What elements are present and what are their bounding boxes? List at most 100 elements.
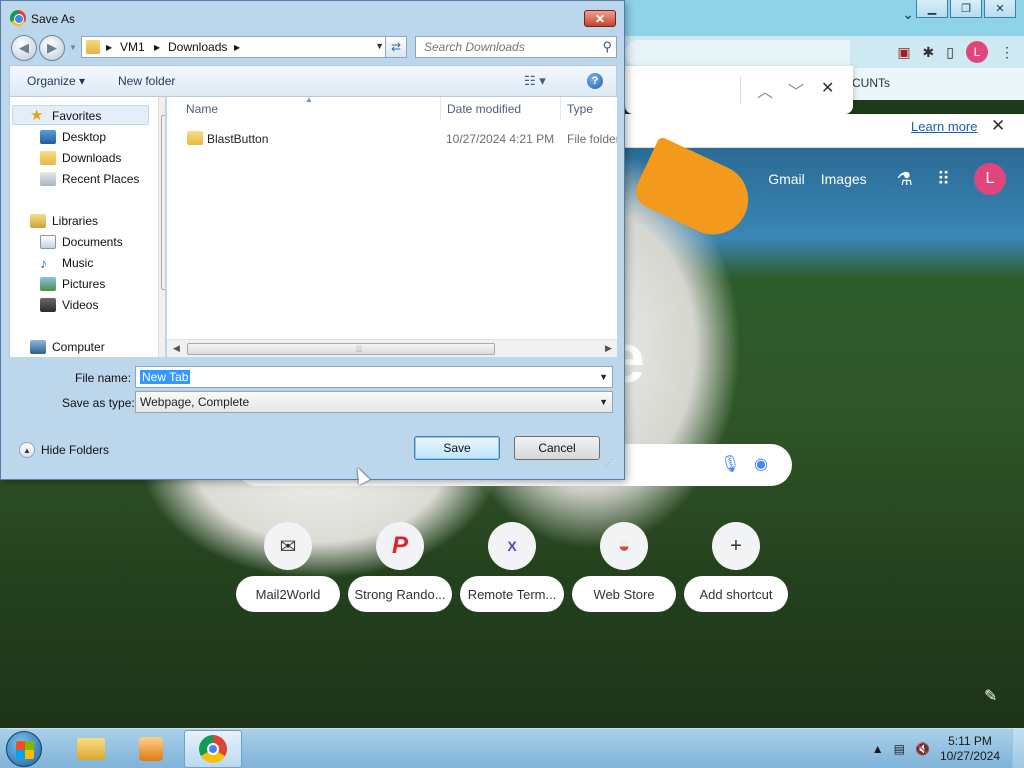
taskbar-chrome-icon[interactable] [184, 730, 242, 768]
sort-ascending-icon: ▲ [305, 97, 313, 104]
start-button[interactable] [6, 731, 42, 767]
help-icon[interactable]: ? [587, 73, 603, 89]
tab-search-chevron-icon[interactable]: ⌄ [902, 6, 914, 23]
tree-item-documents[interactable]: Documents [40, 232, 123, 252]
tree-libraries[interactable]: Libraries [30, 211, 98, 231]
scroll-thumb[interactable] [161, 115, 165, 290]
search-input[interactable] [416, 37, 596, 57]
images-link[interactable]: Images [821, 171, 867, 187]
shortcut-tile[interactable]: + Add shortcut [684, 522, 788, 612]
taskbar-media-player-icon[interactable] [122, 730, 180, 768]
scroll-thumb[interactable]: ⦙⦙⦙ [187, 343, 495, 355]
tree-item-videos[interactable]: Videos [40, 295, 98, 315]
tree-item-music[interactable]: ♪ Music [40, 253, 93, 273]
find-bar: ︿ ﹀ ✕ [625, 66, 853, 114]
volume-muted-icon[interactable]: 🔇 [915, 742, 930, 756]
find-divider [740, 76, 741, 104]
dialog-close-button[interactable]: ✕ [584, 10, 616, 27]
file-horizontal-scrollbar[interactable]: ◀ ⦙⦙⦙ ▶ [167, 339, 617, 357]
save-as-dialog: Save As ✕ ◀ ▶ ▼ ▸ VM1 ▸ Downloads ▸ ▼ ⇄ … [0, 0, 625, 480]
minimize-button[interactable]: ▁ [916, 0, 948, 18]
shortcut-tile[interactable]: X Remote Term... [460, 522, 564, 612]
extension-badge-icon[interactable]: ▣ [897, 44, 910, 61]
save-button[interactable]: Save [414, 436, 500, 460]
column-header-name[interactable]: Name [186, 102, 218, 116]
organize-button[interactable]: Organize ▾ [27, 74, 85, 88]
column-header-type[interactable]: Type [567, 102, 593, 116]
tree-computer-label: Computer [52, 340, 105, 354]
ntp-profile-avatar[interactable]: L [974, 163, 1006, 195]
side-panel-icon[interactable]: ▯ [946, 44, 954, 61]
column-divider[interactable] [440, 97, 441, 121]
labs-flask-icon[interactable]: ⚗ [897, 169, 913, 190]
show-desktop-button[interactable] [1012, 729, 1024, 768]
hide-folders-toggle[interactable]: ▲ Hide Folders [19, 442, 109, 458]
learn-more-link[interactable]: Learn more [911, 119, 977, 134]
tree-item-downloads[interactable]: Downloads [40, 148, 121, 168]
change-view-icon[interactable]: ☷ ▾ [524, 73, 546, 89]
windows-logo-icon [16, 741, 34, 759]
omnibox[interactable] [625, 40, 850, 66]
breadcrumb-separator-icon[interactable]: ▸ [234, 40, 240, 54]
cancel-button[interactable]: Cancel [514, 436, 600, 460]
recent-pages-dropdown-icon[interactable]: ▼ [69, 43, 77, 52]
save-type-select[interactable]: Webpage, Complete ▼ [135, 391, 613, 413]
bookmark-item[interactable]: CUNTs [852, 76, 890, 90]
column-header-date[interactable]: Date modified [447, 102, 521, 116]
refresh-icon[interactable]: ⇄ [385, 36, 407, 58]
save-type-dropdown-icon[interactable]: ▼ [599, 397, 608, 407]
back-button[interactable]: ◀ [11, 35, 37, 61]
find-next-icon[interactable]: ﹀ [788, 78, 804, 102]
breadcrumb-separator-icon[interactable]: ▸ [106, 40, 112, 54]
gmail-link[interactable]: Gmail [768, 171, 805, 187]
folder-icon [187, 131, 203, 145]
column-divider[interactable] [560, 97, 561, 121]
profile-avatar[interactable]: L [966, 41, 988, 63]
mail-icon: ✉ [264, 522, 312, 570]
x-logo-icon: X [488, 522, 536, 570]
clock[interactable]: 5:11 PM 10/27/2024 [940, 734, 1000, 764]
scroll-up-icon[interactable]: ▲ [163, 101, 165, 110]
tray-expand-icon[interactable]: ▲ [872, 742, 884, 756]
resize-grip-icon[interactable]: ⋰ [605, 458, 613, 467]
nav-vertical-scrollbar[interactable]: ▲ ▼ [158, 97, 165, 357]
voice-search-icon[interactable]: 🎙 [720, 454, 740, 474]
scroll-down-icon[interactable]: ▼ [163, 343, 165, 352]
dialog-titlebar[interactable]: Save As ✕ [1, 1, 624, 35]
customize-pencil-icon[interactable]: ✎ [984, 686, 997, 706]
breadcrumb-downloads[interactable]: Downloads [168, 40, 227, 54]
new-folder-button[interactable]: New folder [118, 74, 175, 88]
find-previous-icon[interactable]: ︿ [757, 78, 773, 102]
network-icon[interactable]: ▤ [894, 742, 905, 756]
find-close-icon[interactable]: ✕ [821, 78, 834, 98]
tree-item-pictures[interactable]: Pictures [40, 274, 105, 294]
search-icon[interactable]: ⚲ [602, 39, 612, 55]
tree-item-desktop[interactable]: Desktop [40, 127, 106, 147]
file-name-field[interactable]: New Tab ▼ [135, 366, 613, 388]
breadcrumb-vm1[interactable]: VM1 [120, 40, 145, 54]
lens-camera-icon[interactable]: ◉ [754, 454, 768, 474]
taskbar-explorer-icon[interactable] [62, 730, 120, 768]
tree-computer[interactable]: Computer [30, 337, 105, 357]
plus-icon: + [712, 522, 760, 570]
forward-button[interactable]: ▶ [39, 35, 65, 61]
apps-grid-icon[interactable]: ⠿ [937, 169, 950, 190]
breadcrumb-separator-icon[interactable]: ▸ [154, 40, 160, 54]
kebab-menu-icon[interactable]: ⋮ [1000, 44, 1014, 61]
documents-icon [40, 235, 56, 249]
puzzle-extensions-icon[interactable]: ✱ [923, 44, 935, 61]
shortcut-tile[interactable]: ✉ Mail2World [236, 522, 340, 612]
tree-favorites[interactable]: ★ Favorites [30, 106, 101, 126]
info-close-icon[interactable]: ✕ [991, 116, 1005, 136]
close-button[interactable]: ✕ [984, 0, 1016, 18]
tree-item-recent-places[interactable]: Recent Places [40, 169, 139, 189]
maximize-button[interactable]: ❐ [950, 0, 982, 18]
file-row[interactable]: BlastButton 10/27/2024 4:21 PM File fold… [181, 129, 617, 149]
file-name-dropdown-icon[interactable]: ▼ [599, 372, 608, 382]
scroll-right-icon[interactable]: ▶ [605, 343, 612, 354]
address-dropdown-icon[interactable]: ▼ [375, 41, 384, 51]
address-bar[interactable]: ▸ VM1 ▸ Downloads ▸ ▼ [81, 36, 389, 58]
shortcut-tile[interactable]: ◒ Web Store [572, 522, 676, 612]
shortcut-tile[interactable]: P Strong Rando... [348, 522, 452, 612]
scroll-left-icon[interactable]: ◀ [173, 343, 180, 354]
